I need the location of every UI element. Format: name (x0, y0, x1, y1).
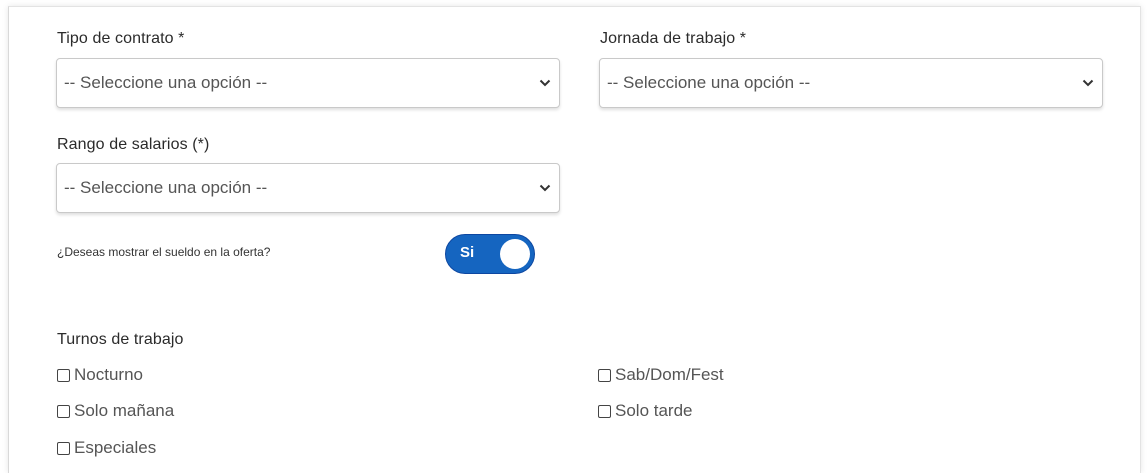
contract-type-select[interactable]: -- Seleccione una opción -- (56, 58, 560, 108)
shift-option-label: Nocturno (74, 365, 143, 384)
checkbox-unchecked-icon[interactable] (57, 368, 70, 382)
shift-option-label: Solo tarde (615, 401, 693, 420)
work-schedule-label: Jornada de trabajo * (600, 30, 747, 47)
shift-option-label: Solo mañana (74, 401, 175, 420)
checkbox-unchecked-icon[interactable] (598, 404, 611, 418)
work-schedule-selected-value: -- Seleccione una opción -- (607, 73, 811, 92)
shift-option-solo-tarde[interactable]: Solo tarde (598, 401, 693, 421)
salary-range-select[interactable]: -- Seleccione una opción -- (56, 163, 560, 213)
show-salary-toggle[interactable]: Si (445, 234, 535, 274)
contract-type-selected-value: -- Seleccione una opción -- (64, 73, 268, 92)
show-salary-question: ¿Deseas mostrar el sueldo en la oferta? (57, 245, 271, 259)
shift-option-label: Especiales (74, 438, 157, 457)
contract-type-label: Tipo de contrato * (57, 30, 185, 47)
work-schedule-select[interactable]: -- Seleccione una opción -- (599, 58, 1103, 108)
checkbox-unchecked-icon[interactable] (57, 404, 70, 418)
shifts-label: Turnos de trabajo (57, 331, 184, 348)
toggle-on-label: Si (460, 244, 475, 261)
salary-range-selected-value: -- Seleccione una opción -- (64, 178, 268, 197)
toggle-knob (500, 239, 530, 269)
shift-option-especiales[interactable]: Especiales (57, 438, 156, 458)
shift-option-sab-dom-fest[interactable]: Sab/Dom/Fest (598, 365, 724, 385)
salary-range-label: Rango de salarios (*) (57, 136, 210, 153)
checkbox-unchecked-icon[interactable] (598, 368, 611, 382)
checkbox-unchecked-icon[interactable] (57, 441, 70, 455)
chevron-down-icon (539, 79, 551, 87)
chevron-down-icon (539, 184, 551, 192)
shift-option-nocturno[interactable]: Nocturno (57, 365, 143, 385)
chevron-down-icon (1082, 79, 1094, 87)
shift-option-solo-manana[interactable]: Solo mañana (57, 401, 174, 421)
shift-option-label: Sab/Dom/Fest (615, 365, 724, 384)
